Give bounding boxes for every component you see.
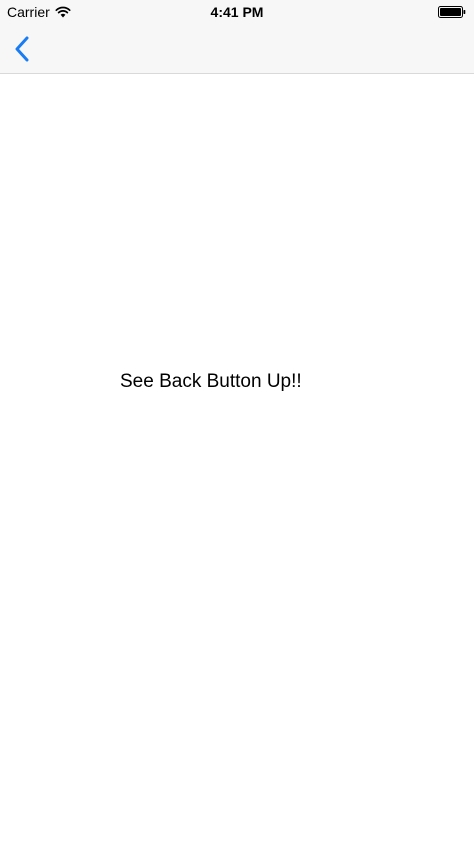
status-bar: Carrier 4:41 PM — [0, 0, 474, 24]
top-bar: Carrier 4:41 PM — [0, 0, 474, 74]
chevron-left-icon — [15, 36, 29, 62]
status-time: 4:41 PM — [210, 4, 264, 20]
navigation-bar — [0, 24, 474, 74]
battery-icon — [438, 6, 466, 18]
app-screen: Carrier 4:41 PM See Back Button Up!! — [0, 0, 474, 842]
back-button[interactable] — [10, 34, 34, 64]
message-label: See Back Button Up!! — [120, 371, 302, 392]
